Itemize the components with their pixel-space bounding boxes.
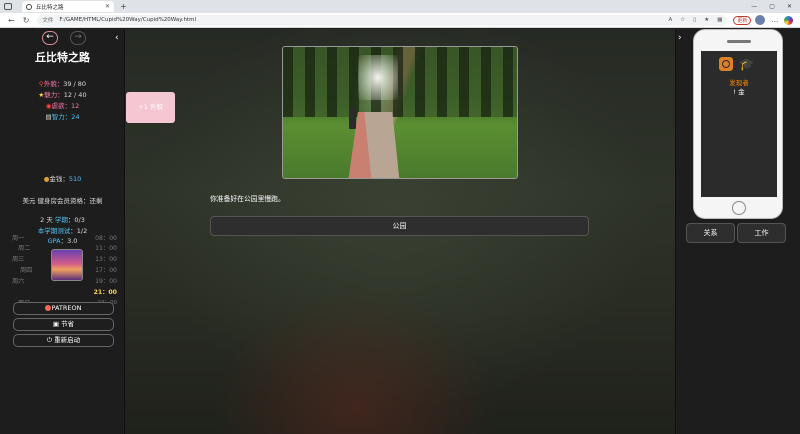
sky-light-shape: [358, 55, 398, 100]
jogger-shape: [349, 107, 356, 129]
url-text: F:/GAME/HTML/Cupid%20Way/Cupid%20Way.htm…: [59, 17, 197, 23]
more-icon[interactable]: …: [771, 16, 778, 24]
work-button[interactable]: 工作: [737, 223, 786, 243]
phone-home-button[interactable]: [732, 201, 746, 215]
tab-title: 丘比特之路: [36, 4, 64, 11]
close-tab-icon[interactable]: ✕: [105, 3, 110, 10]
money-row: ●金钱：510: [43, 175, 82, 183]
forward-arrow-button[interactable]: →: [70, 31, 86, 45]
globe-icon: [26, 3, 32, 10]
camera-app-icon[interactable]: [719, 57, 733, 71]
graduation-cap-icon[interactable]: 🎓: [739, 57, 754, 71]
game-app: ← → ‹ 丘比特之路 ⚲外貌：39 / 80 ★魅力：12 / 40 ◉虐欲：…: [0, 29, 800, 434]
path-shape: [364, 112, 400, 178]
browser-tab[interactable]: 丘比特之路 ✕: [22, 1, 114, 12]
stat-masochism: ◉虐欲：12: [45, 102, 80, 110]
stat-appearance: ⚲外貌：39 / 80: [38, 80, 87, 88]
trees-shape: [283, 47, 517, 117]
scene-thumbnail[interactable]: [51, 249, 83, 281]
collapse-right-icon[interactable]: ›: [678, 33, 682, 43]
phone-notification: 发现者 ! 金: [729, 79, 749, 96]
back-arrow-button[interactable]: ←: [42, 31, 58, 45]
window-controls: — ▢ ✕: [751, 3, 792, 10]
phone-screen: 🎓 发现者 ! 金: [701, 51, 777, 197]
phone: 🎓 发现者 ! 金: [693, 29, 783, 219]
save-icon: ▣: [52, 320, 62, 328]
phone-speaker: [727, 40, 751, 43]
schedule-row-current: 21：00: [93, 289, 117, 296]
schedule-row: 周一 08：00: [12, 235, 117, 242]
gym-membership: 美元 健身房会员资格：还剩: [22, 197, 103, 205]
game-title: 丘比特之路: [35, 51, 90, 64]
update-badge[interactable]: 更新: [733, 15, 752, 25]
profile-avatar[interactable]: [755, 15, 766, 25]
stats-block: ⚲外貌：39 / 80 ★魅力：12 / 40 ◉虐欲：12 ▤智力：24: [0, 79, 125, 123]
patreon-button[interactable]: PATREON: [13, 302, 114, 315]
right-sidebar: › 🎓 发现者 ! 金 关系 工作: [675, 29, 800, 434]
read-aloud-icon[interactable]: A: [669, 17, 673, 23]
collapse-left-icon[interactable]: ‹: [115, 33, 119, 43]
stat-intelligence: ▤智力：24: [45, 113, 80, 121]
new-tab-icon[interactable]: +: [120, 2, 127, 11]
maximize-icon[interactable]: ▢: [769, 3, 775, 10]
save-button[interactable]: ▣ 节省: [13, 318, 114, 331]
collections-icon[interactable]: ▦: [717, 17, 722, 23]
tab-actions-icon[interactable]: [4, 3, 12, 10]
minimize-icon[interactable]: —: [751, 3, 757, 10]
story-text: 你准备好在公园里慢跑。: [210, 195, 285, 203]
split-screen-icon[interactable]: ▯: [693, 17, 696, 23]
choice-park-button[interactable]: 公园: [210, 216, 589, 236]
story-area: +1 外貌 你准备好在公园里慢跑。 公园: [125, 29, 675, 434]
file-label: 文件: [42, 18, 54, 24]
stat-gain-popup: +1 外貌: [126, 92, 175, 123]
refresh-icon[interactable]: ↻: [23, 16, 30, 25]
copilot-icon[interactable]: [784, 15, 794, 25]
favorites-icon[interactable]: ★: [704, 17, 709, 23]
favorite-icon[interactable]: ☆: [680, 17, 685, 23]
close-window-icon[interactable]: ✕: [787, 3, 792, 10]
stat-charm: ★魅力：12 / 40: [38, 91, 87, 99]
address-bar-row: ← ↻ 文件 F:/GAME/HTML/Cupid%20Way/Cupid%20…: [0, 13, 800, 28]
browser-tab-bar: 丘比特之路 ✕ + — ▢ ✕: [0, 0, 800, 13]
url-input[interactable]: 文件 F:/GAME/HTML/Cupid%20Way/Cupid%20Way.…: [37, 14, 728, 26]
left-sidebar: ← → ‹ 丘比特之路 ⚲外貌：39 / 80 ★魅力：12 / 40 ◉虐欲：…: [0, 29, 125, 434]
back-icon[interactable]: ←: [8, 16, 15, 25]
relations-button[interactable]: 关系: [686, 223, 735, 243]
scene-image-park: [282, 46, 518, 179]
restart-button[interactable]: ⏻ 重新启动: [13, 334, 114, 347]
